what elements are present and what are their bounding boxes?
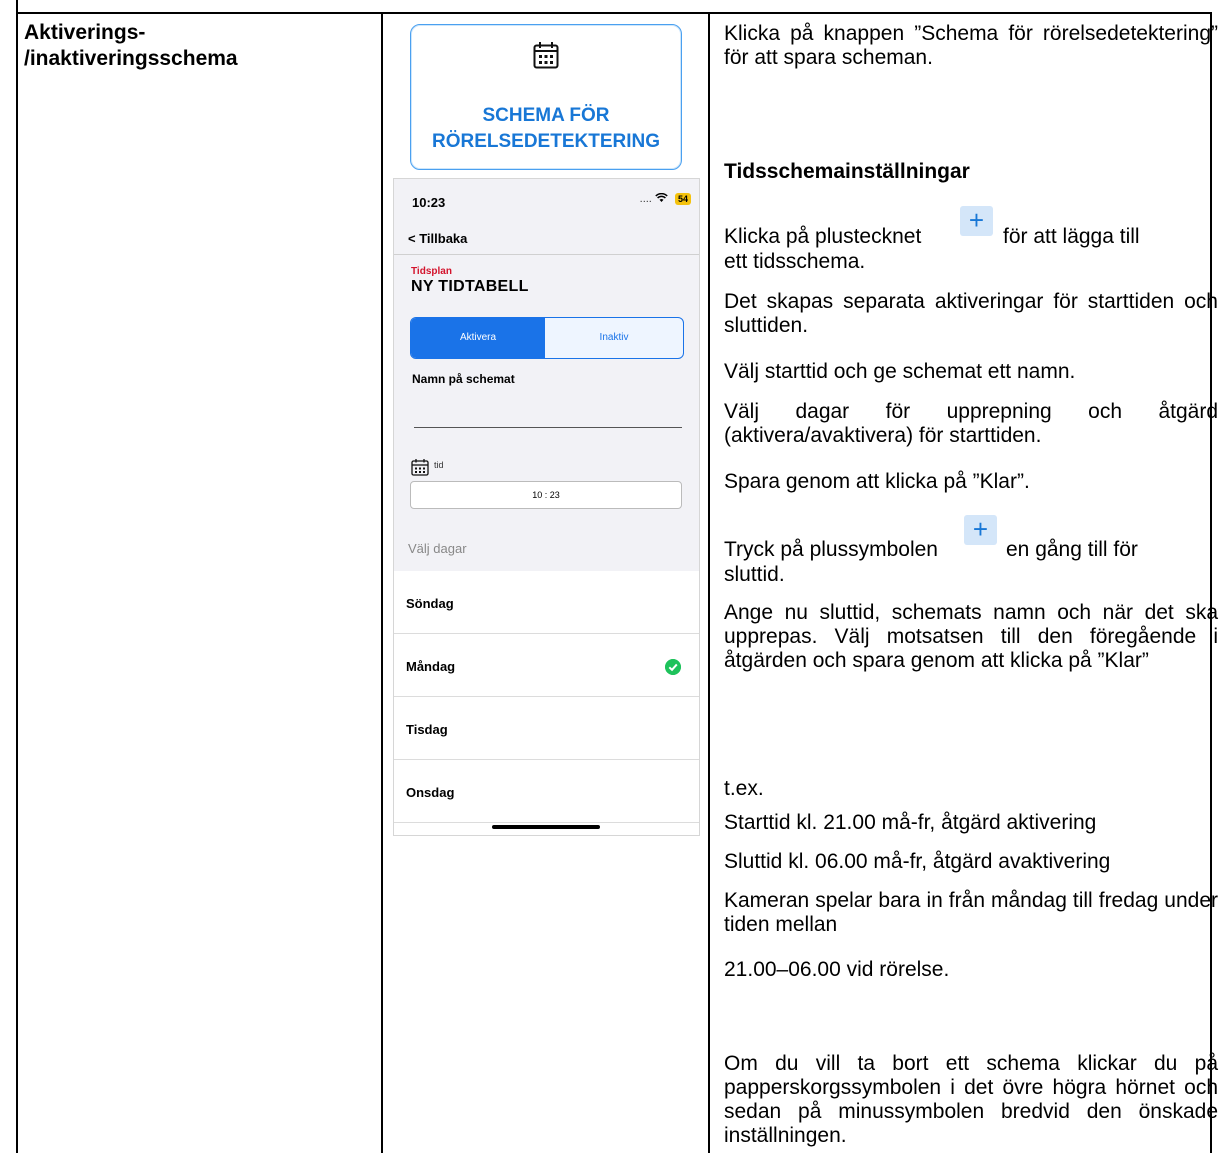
- segment-activate[interactable]: Aktivera: [411, 318, 545, 358]
- p7-after: en gång till för: [1006, 538, 1138, 561]
- day-label: Måndag: [406, 659, 456, 674]
- day-row-tisdag[interactable]: Tisdag: [394, 697, 699, 760]
- schedule-caption: Tidsplan: [411, 266, 452, 277]
- example-line-2: Sluttid kl. 06.00 må-fr, åtgärd avaktive…: [724, 850, 1111, 873]
- example-label: t.ex.: [724, 777, 764, 800]
- segment-inactive[interactable]: Inaktiv: [545, 318, 683, 358]
- calendar-icon: [411, 459, 429, 476]
- banner-line2: RÖRELSEDETEKTERING: [431, 131, 661, 152]
- phone-screenshot: 10:23 .... 54 < Tillbaka Tidsplan NY TID…: [393, 178, 700, 836]
- example-line-4: 21.00–06.00 vid rörelse.: [724, 958, 950, 981]
- row-label: Aktiverings- /inaktiveringsschema: [24, 20, 238, 72]
- day-row-mandag[interactable]: Måndag: [394, 634, 699, 697]
- column-divider-2: [708, 12, 710, 1153]
- instruction-paragraph-1: Klicka på knappen ”Schema för rörelsedet…: [724, 22, 1218, 69]
- chevron-left-icon: <: [408, 231, 416, 246]
- schedule-name-input[interactable]: [414, 397, 682, 428]
- instruction-paragraph-9: Om du vill ta bort ett schema klickar du…: [724, 1052, 1218, 1147]
- example-line-1: Starttid kl. 21.00 må-fr, åtgärd aktiver…: [724, 811, 1097, 834]
- motion-schedule-label: SCHEMA FÖR RÖRELSEDETEKTERING: [411, 103, 681, 155]
- p7-line2: sluttid.: [724, 563, 785, 586]
- time-picker[interactable]: 10 : 23: [410, 481, 682, 509]
- instruction-paragraph-6: Spara genom att klicka på ”Klar”.: [724, 470, 1030, 493]
- time-label: tid: [434, 460, 444, 470]
- motion-schedule-button[interactable]: SCHEMA FÖR RÖRELSEDETEKTERING: [410, 24, 682, 170]
- signal-dots: ....: [639, 193, 655, 205]
- days-list: Söndag Måndag Tisdag Onsdag: [394, 571, 699, 835]
- nav-divider: [394, 254, 699, 255]
- wifi-icon: [655, 192, 668, 202]
- back-label: Tillbaka: [419, 231, 468, 246]
- days-header: Välj dagar: [408, 541, 467, 556]
- column-divider-1: [381, 12, 383, 1153]
- p7-before: Tryck på plussymbolen: [724, 538, 938, 561]
- instruction-paragraph-4: Välj starttid och ge schemat ett namn.: [724, 360, 1076, 383]
- instruction-paragraph-8: Ange nu sluttid, schemats namn och när d…: [724, 601, 1218, 672]
- p2-before: Klicka på plustecknet: [724, 225, 922, 248]
- table-left-border: [16, 0, 18, 1153]
- row-label-line2: /inaktiveringsschema: [24, 47, 238, 70]
- plus-icon: +: [960, 206, 993, 236]
- instruction-table: Aktiverings- /inaktiveringsschema SCHEMA…: [0, 0, 1228, 1153]
- day-row-sondag[interactable]: Söndag: [394, 571, 699, 634]
- schedule-name-label: Namn på schemat: [412, 372, 515, 386]
- schedule-title: NY TIDTABELL: [411, 278, 529, 295]
- status-time: 10:23: [412, 195, 446, 210]
- checkmark-icon: [665, 659, 681, 675]
- example-line-3: Kameran spelar bara in från måndag till …: [724, 889, 1218, 936]
- day-label: Tisdag: [406, 722, 448, 737]
- p2-after: för att lägga till: [1003, 225, 1140, 248]
- row-label-line1: Aktiverings-: [24, 21, 146, 44]
- action-segmented-control: Aktivera Inaktiv: [410, 317, 684, 359]
- p2-line2: ett tidsschema.: [724, 250, 866, 273]
- day-row-onsdag[interactable]: Onsdag: [394, 760, 699, 823]
- battery-icon: 54: [674, 193, 691, 205]
- home-indicator: [492, 825, 600, 829]
- back-button[interactable]: < Tillbaka: [408, 231, 467, 246]
- table-top-border: [16, 12, 1212, 14]
- instruction-paragraph-5: Välj dagar för upprepning och åtgärd (ak…: [724, 400, 1218, 447]
- calendar-icon: [533, 42, 559, 69]
- day-label: Onsdag: [406, 785, 455, 800]
- section-heading: Tidsschemainställningar: [724, 160, 970, 183]
- instruction-paragraph-3: Det skapas separata aktiveringar för sta…: [724, 290, 1218, 337]
- status-indicators: .... 54: [639, 192, 691, 205]
- plus-icon: +: [964, 515, 997, 545]
- banner-line1: SCHEMA FÖR: [482, 105, 610, 126]
- day-label: Söndag: [406, 596, 454, 611]
